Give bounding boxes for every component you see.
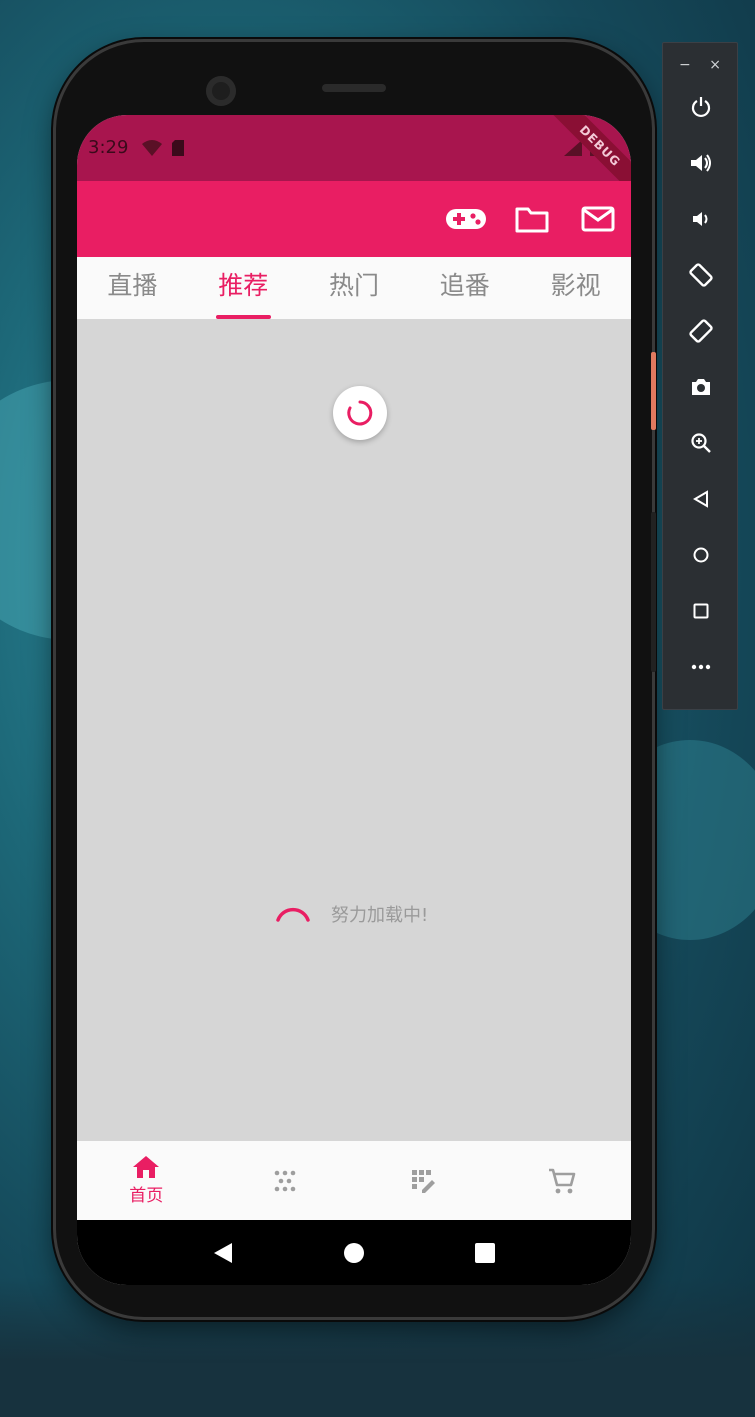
volume-down-button[interactable] xyxy=(663,191,739,247)
rotate-left-button[interactable] xyxy=(663,247,739,303)
edit-grid-icon xyxy=(412,1169,436,1193)
side-button xyxy=(651,352,656,430)
gamepad-icon[interactable] xyxy=(445,203,487,235)
tab-anime[interactable]: 追番 xyxy=(409,257,520,319)
folder-icon[interactable] xyxy=(511,203,553,235)
emulator-home-button[interactable] xyxy=(663,527,739,583)
front-camera xyxy=(206,76,236,106)
emulator-back-button[interactable] xyxy=(663,471,739,527)
cart-icon xyxy=(548,1168,576,1193)
home-circle-icon xyxy=(693,547,709,563)
sd-card-icon xyxy=(171,139,185,161)
status-left-icons xyxy=(141,139,185,161)
volume-up-icon xyxy=(691,154,711,172)
refresh-spinner-icon xyxy=(347,400,373,426)
minimize-button[interactable]: − xyxy=(679,57,691,73)
nav-home-label: 首页 xyxy=(129,1186,164,1206)
emulator-more-button[interactable] xyxy=(663,639,739,695)
system-navigation-bar xyxy=(77,1220,631,1285)
tab-hot[interactable]: 热门 xyxy=(299,257,410,319)
close-button[interactable]: × xyxy=(709,57,721,73)
emulator-window-controls: − × xyxy=(663,43,737,79)
app-bar-actions xyxy=(445,203,619,235)
pull-refresh-indicator xyxy=(333,386,387,440)
wifi-icon xyxy=(141,139,163,161)
status-bar: 3:29 DEBUG xyxy=(77,115,631,200)
screenshot-button[interactable] xyxy=(663,359,739,415)
system-recents-icon[interactable] xyxy=(474,1242,496,1264)
loading-text: 努力加载中! xyxy=(331,905,429,926)
status-time: 3:29 xyxy=(88,137,129,158)
device-screen: 3:29 DEBUG 直播 推荐 热门 追番 影视 努力加载中! 首页 xyxy=(77,115,631,1285)
nav-discover[interactable] xyxy=(216,1141,355,1220)
loading-indicator: 努力加载中! xyxy=(273,894,428,934)
emulator-overview-button[interactable] xyxy=(663,583,739,639)
tab-live[interactable]: 直播 xyxy=(77,257,188,319)
overview-icon xyxy=(693,603,709,619)
back-icon xyxy=(693,490,708,508)
power-icon xyxy=(691,97,711,118)
volume-down-icon xyxy=(693,212,708,226)
camera-icon xyxy=(692,379,710,395)
tab-movies[interactable]: 影视 xyxy=(520,257,631,319)
volume-up-button[interactable] xyxy=(663,135,739,191)
emulator-toolbar: − × xyxy=(662,42,738,710)
dots-grid-icon xyxy=(274,1170,296,1191)
app-bar xyxy=(77,181,631,257)
rotate-right-icon xyxy=(689,319,713,343)
rotate-right-button[interactable] xyxy=(663,303,739,359)
system-back-icon[interactable] xyxy=(212,1241,234,1265)
home-icon xyxy=(133,1156,160,1178)
system-home-icon[interactable] xyxy=(343,1242,365,1264)
more-icon xyxy=(691,664,711,670)
loading-spinner-icon xyxy=(276,907,310,922)
mail-icon[interactable] xyxy=(577,203,619,235)
side-button xyxy=(651,512,656,672)
bottom-navigation: 首页 xyxy=(77,1141,631,1220)
zoom-icon xyxy=(691,433,711,453)
tab-bar: 直播 推荐 热门 追番 影视 xyxy=(77,257,631,319)
nav-activity[interactable] xyxy=(354,1141,493,1220)
zoom-button[interactable] xyxy=(663,415,739,471)
nav-home[interactable]: 首页 xyxy=(77,1141,216,1220)
rotate-left-icon xyxy=(689,263,713,287)
earpiece-speaker xyxy=(322,84,386,92)
tab-recommend[interactable]: 推荐 xyxy=(188,257,299,319)
content-area[interactable]: 努力加载中! xyxy=(77,319,631,1141)
power-button[interactable] xyxy=(663,79,739,135)
nav-shop[interactable] xyxy=(493,1141,632,1220)
